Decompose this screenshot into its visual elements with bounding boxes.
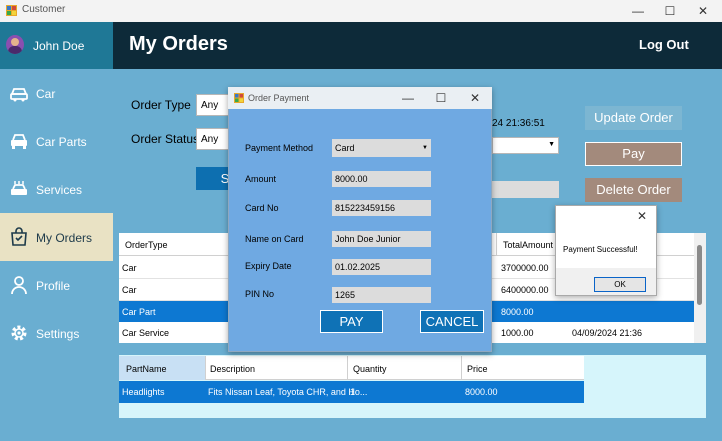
sidebar-item-label: Profile [36, 279, 71, 293]
column-header-totalamount: TotalAmount [503, 240, 554, 250]
expiry-date-label: Expiry Date [245, 261, 292, 271]
order-type-label: Order Type [131, 98, 191, 112]
sidebar-item-label: Services [36, 183, 83, 197]
dialog-app-icon [234, 93, 244, 103]
order-status-label: Order Status [131, 132, 200, 146]
minimize-button[interactable]: — [623, 0, 653, 22]
dialog-title: Order Payment [248, 93, 310, 103]
cell-quantity: 1 [350, 387, 356, 397]
delete-order-button[interactable]: Delete Order [585, 178, 682, 202]
page-title: My Orders [129, 33, 228, 55]
cell-totalamount: 3700000.00 [501, 263, 549, 273]
column-header-price: Price [467, 364, 488, 374]
order-status-select[interactable]: Any [196, 128, 232, 150]
car-front-icon [11, 134, 27, 149]
column-divider [205, 356, 206, 380]
column-header-quantity: Quantity [353, 364, 387, 374]
ok-button[interactable]: OK [594, 277, 646, 292]
window-title: Customer [22, 4, 66, 15]
readonly-field [492, 181, 559, 198]
scrollbar-thumb[interactable] [697, 245, 702, 305]
dialog-maximize-button[interactable]: ☐ [427, 87, 455, 109]
payment-method-label: Payment Method [245, 143, 314, 153]
table-row-selected[interactable]: Headlights Fits Nissan Leaf, Toyota CHR,… [119, 381, 584, 403]
column-header-partname: PartName [126, 364, 167, 374]
car-service-icon [11, 181, 27, 195]
orders-grid-scrollbar[interactable] [694, 233, 706, 343]
avatar [6, 35, 24, 54]
close-button[interactable]: ✕ [688, 0, 718, 22]
chevron-down-icon: ▼ [548, 141, 555, 148]
payment-method-value: Card [335, 143, 355, 153]
bag-icon [11, 227, 27, 246]
sidebar-item-car[interactable]: Car [0, 69, 113, 117]
app-icon [6, 5, 17, 16]
cell-ordertype: Car Part [122, 307, 156, 317]
cancel-dialog-button[interactable]: CANCEL [420, 310, 484, 333]
amount-label: Amount [245, 174, 277, 184]
expiry-date-field[interactable]: 01.02.2025 [332, 259, 431, 275]
card-no-label: Card No [245, 203, 279, 213]
update-order-button[interactable]: Update Order [585, 106, 682, 130]
card-no-field[interactable]: 815223459156 [332, 200, 431, 216]
sidebar-item-services[interactable]: Services [0, 165, 113, 213]
maximize-button[interactable]: ☐ [655, 0, 685, 22]
date-time-label: 24 21:36:51 [492, 118, 545, 129]
cell-price: 8000.00 [465, 387, 498, 397]
sidebar-item-label: My Orders [36, 231, 93, 245]
cell-description: Fits Nissan Leaf, Toyota CHR, and Ho... [208, 387, 368, 397]
column-header-description: Description [210, 364, 256, 374]
pin-no-label: PIN No [245, 289, 275, 299]
sidebar-item-settings[interactable]: Settings [0, 309, 113, 357]
cell-partname: Headlights [122, 387, 165, 397]
status-combo[interactable]: ▼ [492, 137, 559, 154]
pay-dialog-button[interactable]: PAY [320, 310, 383, 333]
sidebar-item-label: Settings [36, 327, 80, 341]
pay-button[interactable]: Pay [585, 142, 682, 166]
logout-link[interactable]: Log Out [639, 37, 689, 52]
gear-icon [11, 325, 27, 341]
order-type-select[interactable]: Any [196, 94, 232, 116]
sidebar-item-label: Car Parts [36, 135, 87, 149]
cell-ordertype: Car Service [122, 328, 170, 338]
cell-totalamount: 6400000.00 [501, 285, 549, 295]
cell-totalamount: 8000.00 [501, 307, 534, 317]
car-icon [10, 88, 28, 102]
cell-ordertype: Car [122, 263, 137, 273]
sidebar-item-my-orders[interactable]: My Orders [0, 213, 113, 261]
cell-totalamount: 1000.00 [501, 328, 534, 338]
search-button[interactable]: S [196, 167, 232, 190]
payment-method-select[interactable]: Card ▼ [332, 139, 431, 157]
message-text: Payment Successful! [563, 245, 638, 254]
user-name: John Doe [33, 39, 85, 53]
name-on-card-field[interactable]: John Doe Junior [332, 231, 431, 247]
sidebar-item-profile[interactable]: Profile [0, 261, 113, 309]
sidebar-item-label: Car [36, 87, 56, 101]
column-divider [496, 233, 497, 256]
cell-date: 04/09/2024 21:36 [572, 328, 643, 338]
column-header-ordertype: OrderType [125, 240, 168, 250]
column-divider [347, 356, 348, 380]
dialog-close-button[interactable]: ✕ [461, 87, 489, 109]
cell-ordertype: Car [122, 285, 137, 295]
pin-no-field[interactable]: 1265 [332, 287, 431, 303]
person-icon [11, 276, 27, 295]
dialog-minimize-button[interactable]: — [394, 87, 422, 109]
amount-field[interactable]: 8000.00 [332, 171, 431, 187]
sidebar-item-car-parts[interactable]: Car Parts [0, 117, 113, 165]
window-title-bar [0, 0, 722, 22]
column-divider [461, 356, 462, 380]
name-on-card-label: Name on Card [245, 234, 304, 244]
message-close-button[interactable]: ✕ [637, 209, 647, 223]
chevron-down-icon: ▼ [422, 145, 428, 151]
